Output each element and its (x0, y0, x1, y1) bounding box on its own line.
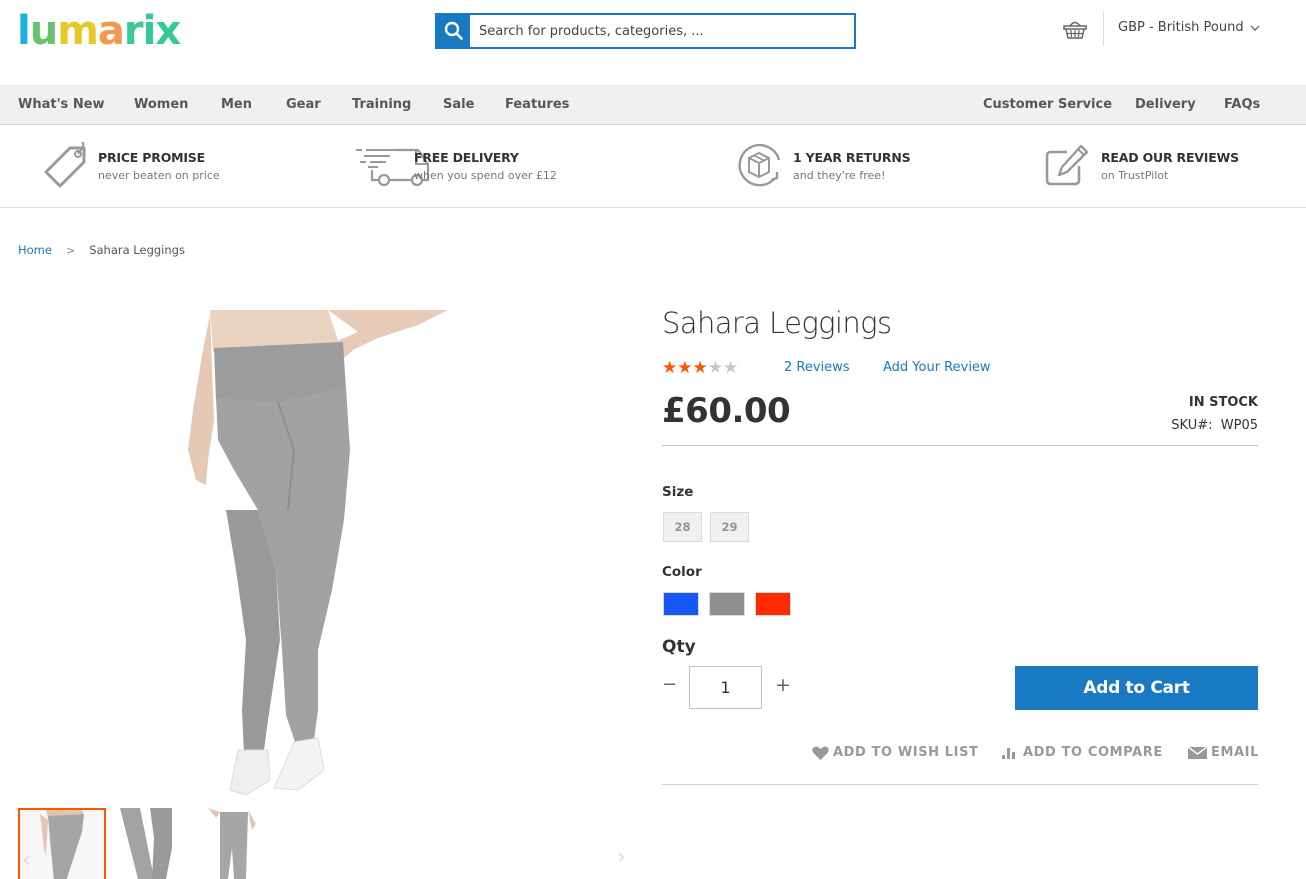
currency-label: GBP - British Pound (1118, 20, 1244, 35)
usp-subtitle: never beaten on price (98, 169, 220, 182)
qty-increase-button[interactable]: + (775, 674, 791, 696)
nav-item-customer-service[interactable]: Customer Service (983, 97, 1112, 112)
main-nav: What's New Women Men Gear Training Sale … (0, 85, 1306, 125)
leggings-image (188, 310, 448, 796)
color-option-red[interactable] (755, 592, 791, 616)
star-empty-icon: ★ (707, 358, 723, 378)
email-label: EMAIL (1211, 745, 1259, 760)
breadcrumb: Home > Sahara Leggings (18, 243, 185, 257)
star-empty-icon: ★ (723, 358, 739, 378)
usp-subtitle: when you spend over £12 (414, 169, 557, 182)
nav-item-gear[interactable]: Gear (286, 97, 321, 112)
nav-item-delivery[interactable]: Delivery (1135, 97, 1196, 112)
usp-bar: PRICE PROMISE never beaten on price FREE… (0, 126, 1306, 208)
logo-letter: l (17, 8, 31, 54)
email-link[interactable]: EMAIL (1188, 745, 1259, 760)
thumbnail-3[interactable] (202, 808, 290, 879)
product-main-image[interactable] (118, 310, 538, 806)
qty-decrease-button[interactable]: − (662, 674, 677, 695)
logo-letter: a (97, 8, 125, 54)
divider (662, 445, 1258, 446)
basket-icon (1063, 21, 1087, 39)
compare-bars-icon (1002, 747, 1015, 759)
sku-label: SKU#: (1171, 418, 1213, 433)
add-to-compare-link[interactable]: ADD TO COMPARE (1001, 745, 1163, 760)
product-sku: SKU#: WP05 (1171, 418, 1258, 433)
usp-title: FREE DELIVERY (414, 150, 519, 165)
product-price: £60.00 (662, 391, 791, 431)
usp-subtitle: and they're free! (793, 169, 886, 182)
price-tag-icon (44, 142, 86, 188)
compare-label: ADD TO COMPARE (1023, 745, 1163, 760)
add-to-wishlist-link[interactable]: ADD TO WISH LIST (812, 745, 979, 760)
color-option-gray[interactable] (709, 592, 745, 616)
usp-title: 1 YEAR RETURNS (793, 150, 911, 165)
usp-price-promise: PRICE PROMISE never beaten on price (40, 142, 220, 188)
add-to-cart-button[interactable]: Add to Cart (1015, 666, 1258, 710)
site-logo[interactable]: lumarix (17, 8, 181, 54)
cart-button[interactable] (1062, 17, 1088, 41)
nav-item-whats-new[interactable]: What's New (18, 97, 105, 112)
product-rating: ★ ★ ★ ★ ★ (662, 358, 738, 378)
currency-switcher[interactable]: GBP - British Pound (1118, 20, 1260, 35)
usp-title: PRICE PROMISE (98, 150, 205, 165)
product-title: Sahara Leggings (662, 306, 892, 340)
size-label: Size (662, 484, 694, 500)
gallery-next-button[interactable]: › (617, 845, 626, 870)
breadcrumb-current: Sahara Leggings (89, 243, 185, 257)
thumbnail-1[interactable] (18, 808, 106, 879)
breadcrumb-separator: > (65, 243, 76, 257)
thumbnail-image (202, 808, 290, 879)
wishlist-label: ADD TO WISH LIST (833, 745, 979, 760)
usp-reviews[interactable]: READ OUR REVIEWS on TrustPilot (1043, 142, 1239, 188)
heart-icon (812, 746, 829, 760)
logo-letter: m (57, 8, 99, 54)
search-button[interactable] (437, 15, 470, 47)
search-icon (444, 21, 463, 40)
pencil-edit-icon (1045, 144, 1089, 186)
logo-letter: x (155, 8, 181, 54)
logo-letter: i (142, 8, 157, 54)
color-option-blue[interactable] (663, 592, 699, 616)
site-header: lumarix GBP - British Pound (0, 0, 1306, 84)
nav-item-men[interactable]: Men (221, 97, 252, 112)
gallery-prev-button[interactable]: ‹ (22, 848, 31, 873)
size-option-28[interactable]: 28 (663, 512, 702, 542)
sku-value: WP05 (1220, 418, 1258, 433)
stock-status: IN STOCK (1188, 395, 1258, 410)
logo-letter: r (123, 8, 144, 54)
nav-item-faqs[interactable]: FAQs (1224, 97, 1260, 112)
returns-box-icon (738, 143, 781, 187)
reviews-link[interactable]: 2 Reviews (784, 360, 850, 375)
qty-label: Qty (662, 637, 696, 657)
usp-free-delivery: FREE DELIVERY when you spend over £12 (356, 142, 557, 188)
search-input[interactable] (470, 15, 854, 47)
search-bar (435, 13, 856, 49)
nav-item-features[interactable]: Features (505, 97, 569, 112)
nav-item-women[interactable]: Women (134, 97, 188, 112)
thumbnail-2[interactable] (110, 808, 198, 879)
chevron-down-icon (1250, 25, 1260, 31)
usp-subtitle: on TrustPilot (1101, 169, 1169, 182)
color-label: Color (662, 564, 702, 580)
divider (662, 784, 1258, 785)
header-divider (1103, 12, 1104, 46)
envelope-icon (1188, 746, 1207, 759)
usp-title: READ OUR REVIEWS (1101, 150, 1239, 165)
logo-letter: u (29, 8, 59, 54)
thumbnail-image (110, 808, 198, 879)
usp-returns: 1 YEAR RETURNS and they're free! (735, 142, 911, 188)
star-filled-icon: ★ (677, 358, 693, 378)
breadcrumb-home[interactable]: Home (18, 243, 52, 257)
nav-item-sale[interactable]: Sale (443, 97, 474, 112)
nav-item-training[interactable]: Training (352, 97, 411, 112)
star-filled-icon: ★ (692, 358, 708, 378)
thumbnail-image (20, 810, 104, 879)
qty-input[interactable] (689, 666, 762, 709)
star-filled-icon: ★ (662, 358, 678, 378)
add-review-link[interactable]: Add Your Review (883, 360, 991, 375)
size-option-29[interactable]: 29 (710, 512, 749, 542)
thumbnail-strip (18, 808, 290, 879)
